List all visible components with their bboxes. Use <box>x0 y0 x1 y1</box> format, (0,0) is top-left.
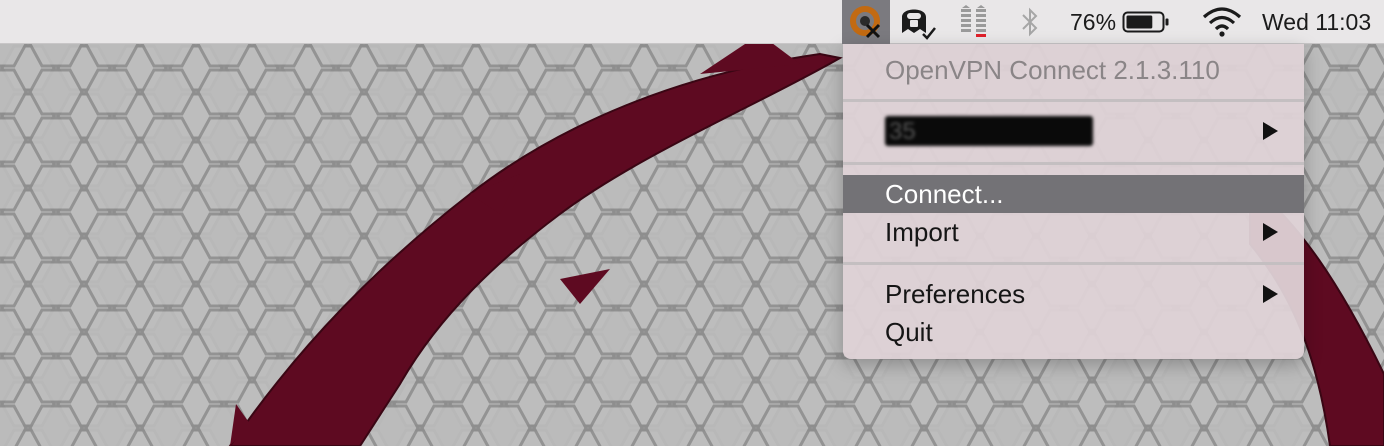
openvpn-dropdown-menu: OpenVPN Connect 2.1.3.110 35 Connect... … <box>843 44 1304 359</box>
menu-bar: 76% Wed 11:03 <box>0 0 1384 44</box>
pia-menu-extra[interactable] <box>892 0 942 44</box>
menu-item-import[interactable]: Import <box>843 213 1304 251</box>
battery-percent: 76% <box>1070 8 1117 35</box>
bluetooth-menu-extra[interactable] <box>1012 0 1048 44</box>
battery-menu-extra[interactable]: 76% <box>1070 0 1180 44</box>
menu-separator <box>843 162 1304 165</box>
network-meter-icon <box>961 5 986 37</box>
menu-item-preferences-label: Preferences <box>885 278 1026 309</box>
menu-item-profile[interactable]: 35 <box>843 112 1304 150</box>
clock-menu-extra[interactable]: Wed 11:03 <box>1262 0 1384 44</box>
wifi-menu-extra[interactable] <box>1196 0 1248 44</box>
wifi-icon <box>1202 7 1242 37</box>
submenu-arrow-icon <box>1263 285 1278 303</box>
battery-icon <box>1122 11 1169 33</box>
menu-header-version: OpenVPN Connect 2.1.3.110 <box>843 51 1304 89</box>
submenu-arrow-icon <box>1263 122 1278 140</box>
network-meter-menu-extra[interactable] <box>952 0 996 44</box>
bluetooth-icon <box>1022 7 1038 37</box>
menu-header-text: OpenVPN Connect 2.1.3.110 <box>885 54 1220 85</box>
redacted-profile-name: 35 <box>885 116 1093 146</box>
menu-separator <box>843 99 1304 102</box>
pia-icon <box>902 9 936 40</box>
menu-item-preferences[interactable]: Preferences <box>843 275 1304 313</box>
menu-separator <box>843 262 1304 265</box>
menu-item-connect[interactable]: Connect... <box>843 175 1304 213</box>
menu-item-quit-label: Quit <box>885 316 933 347</box>
openvpn-icon <box>850 6 881 39</box>
submenu-arrow-icon <box>1263 223 1278 241</box>
profile-label-visible: 35 <box>889 118 916 145</box>
menu-item-import-label: Import <box>885 216 959 247</box>
openvpn-menu-extra[interactable] <box>842 0 890 44</box>
menu-item-quit[interactable]: Quit <box>843 313 1304 351</box>
menu-item-connect-label: Connect... <box>885 178 1004 209</box>
clock-text: Wed 11:03 <box>1262 8 1372 35</box>
